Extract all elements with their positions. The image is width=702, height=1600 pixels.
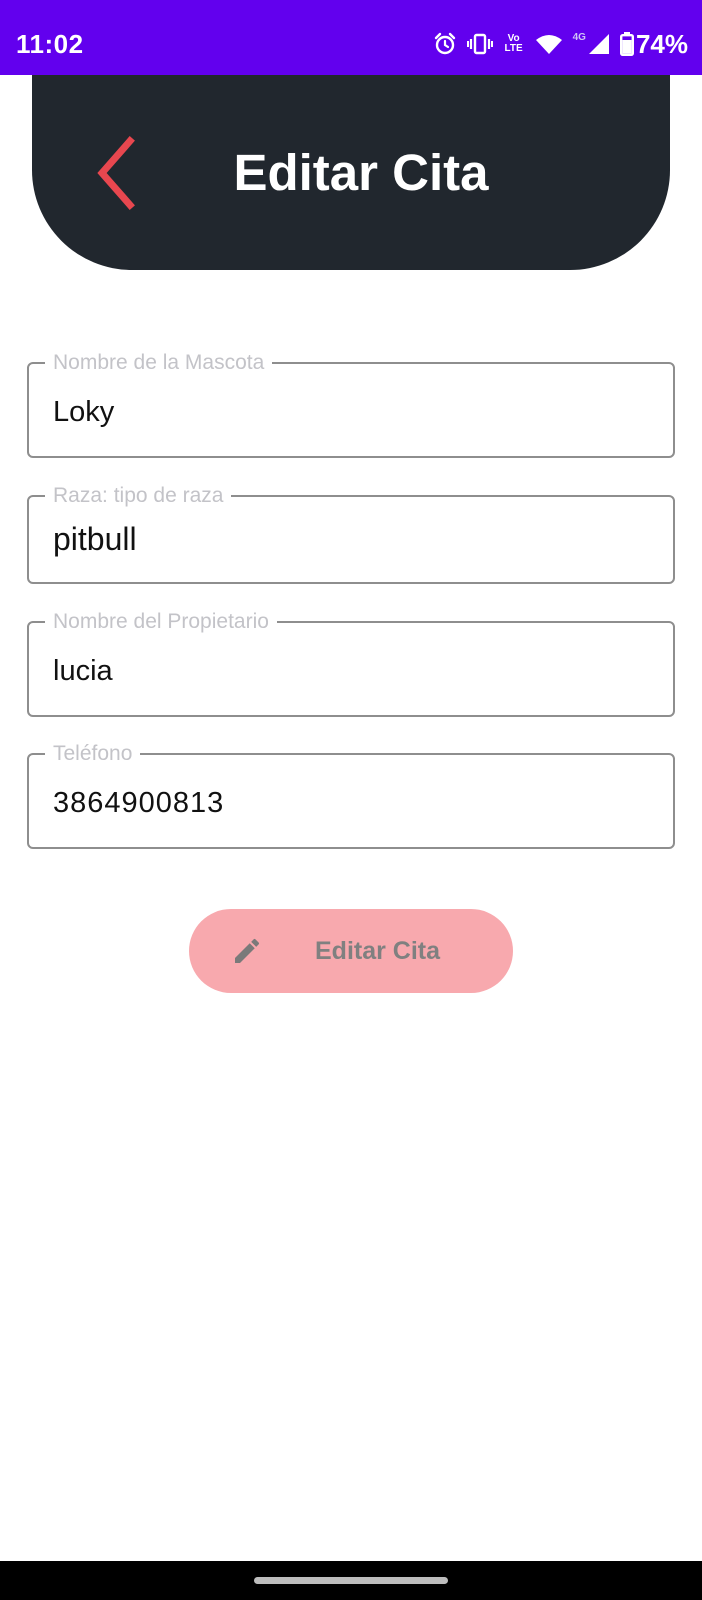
status-icons: Vo LTE 4G 74% (433, 28, 688, 60)
edit-appointment-label: Editar Cita (315, 937, 441, 965)
home-gesture-handle[interactable] (254, 1577, 448, 1584)
app-screen: 11:02 Vo LTE 4G 74% Editar Cita Nombre d… (0, 0, 702, 1600)
battery-percent: 74% (635, 29, 688, 59)
volte-icon: Vo LTE (504, 33, 523, 54)
navigation-bar (0, 1561, 702, 1600)
pet-name-field[interactable]: Nombre de la Mascota Loky (27, 350, 675, 458)
owner-name-label: Nombre del Propietario (45, 609, 277, 635)
network-type-label: 4G (572, 32, 586, 43)
breed-label: Raza: tipo de raza (45, 483, 232, 509)
pencil-icon (235, 938, 260, 963)
pet-name-input[interactable]: Loky (53, 394, 653, 430)
owner-name-input[interactable]: lucia (53, 653, 653, 689)
wifi-icon (535, 33, 563, 55)
battery-group: 74% (619, 28, 688, 60)
page-title: Editar Cita (233, 144, 489, 201)
breed-field[interactable]: Raza: tipo de raza pitbull (27, 483, 675, 584)
alarm-icon (433, 32, 457, 56)
edit-appointment-button[interactable]: Editar Cita (189, 909, 513, 993)
breed-input[interactable]: pitbull (53, 521, 653, 557)
owner-name-field[interactable]: Nombre del Propietario lucia (27, 609, 675, 717)
status-bar: 11:02 Vo LTE 4G 74% (0, 0, 702, 75)
battery-icon (619, 32, 634, 56)
signal-group: 4G (573, 33, 610, 55)
header-card: Editar Cita (32, 75, 670, 270)
phone-input[interactable]: 3864900813 (53, 785, 653, 821)
phone-field[interactable]: Teléfono 3864900813 (27, 741, 675, 849)
pet-name-label: Nombre de la Mascota (45, 350, 273, 376)
status-time: 11:02 (16, 29, 84, 59)
vibrate-icon (466, 32, 493, 56)
phone-label: Teléfono (45, 741, 141, 767)
signal-icon (588, 33, 610, 55)
